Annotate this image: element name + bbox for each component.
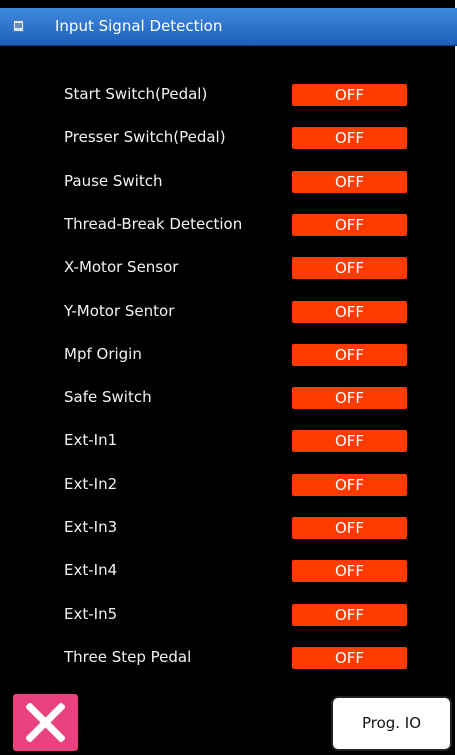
signal-label: Mpf Origin bbox=[64, 345, 142, 363]
signal-state-indicator: OFF bbox=[292, 127, 407, 149]
signal-row: Safe Switch OFF bbox=[0, 384, 457, 427]
signal-row: Thread-Break Detection OFF bbox=[0, 211, 457, 254]
signal-state-indicator: OFF bbox=[292, 517, 407, 539]
signal-label: Three Step Pedal bbox=[64, 648, 192, 666]
signal-row: Mpf Origin OFF bbox=[0, 341, 457, 384]
signal-row: Ext-In5 OFF bbox=[0, 601, 457, 644]
signal-label: Y-Motor Sentor bbox=[64, 302, 175, 320]
signal-state-indicator: OFF bbox=[292, 430, 407, 452]
signal-label: Ext-In2 bbox=[64, 475, 118, 493]
signal-state-indicator: OFF bbox=[292, 647, 407, 669]
signal-row: Ext-In4 OFF bbox=[0, 557, 457, 600]
signal-state-indicator: OFF bbox=[292, 301, 407, 323]
signal-row: Start Switch(Pedal) OFF bbox=[0, 81, 457, 124]
signal-label: Ext-In5 bbox=[64, 605, 118, 623]
signal-state-indicator: OFF bbox=[292, 214, 407, 236]
signal-row: Presser Switch(Pedal) OFF bbox=[0, 124, 457, 167]
signal-state-indicator: OFF bbox=[292, 560, 407, 582]
signal-label: Pause Switch bbox=[64, 172, 163, 190]
signal-row: Three Step Pedal OFF bbox=[0, 644, 457, 687]
signal-state-indicator: OFF bbox=[292, 171, 407, 193]
signal-label: Ext-In3 bbox=[64, 518, 118, 536]
signal-label: Start Switch(Pedal) bbox=[64, 85, 208, 103]
signal-row: Ext-In3 OFF bbox=[0, 514, 457, 557]
signal-row: Pause Switch OFF bbox=[0, 168, 457, 211]
signal-label: Presser Switch(Pedal) bbox=[64, 128, 226, 146]
title-bar: Input Signal Detection bbox=[0, 8, 457, 46]
window-icon bbox=[13, 20, 24, 32]
signal-state-indicator: OFF bbox=[292, 84, 407, 106]
signal-row: Y-Motor Sentor OFF bbox=[0, 298, 457, 341]
signal-state-indicator: OFF bbox=[292, 257, 407, 279]
close-button[interactable] bbox=[13, 694, 78, 751]
page-title: Input Signal Detection bbox=[55, 17, 223, 35]
signal-label: Safe Switch bbox=[64, 388, 152, 406]
signal-row: X-Motor Sensor OFF bbox=[0, 254, 457, 297]
signal-row: Ext-In2 OFF bbox=[0, 471, 457, 514]
signal-state-indicator: OFF bbox=[292, 604, 407, 626]
signal-label: Ext-In4 bbox=[64, 561, 118, 579]
prog-io-button[interactable]: Prog. IO bbox=[331, 696, 452, 751]
signal-state-indicator: OFF bbox=[292, 344, 407, 366]
signal-label: Ext-In1 bbox=[64, 431, 118, 449]
signal-label: Thread-Break Detection bbox=[64, 215, 243, 233]
signal-state-indicator: OFF bbox=[292, 474, 407, 496]
signal-state-indicator: OFF bbox=[292, 387, 407, 409]
screen: Input Signal Detection Start Switch(Peda… bbox=[0, 0, 457, 755]
close-icon bbox=[26, 703, 65, 742]
signal-label: X-Motor Sensor bbox=[64, 258, 179, 276]
signal-row: Ext-In1 OFF bbox=[0, 427, 457, 470]
